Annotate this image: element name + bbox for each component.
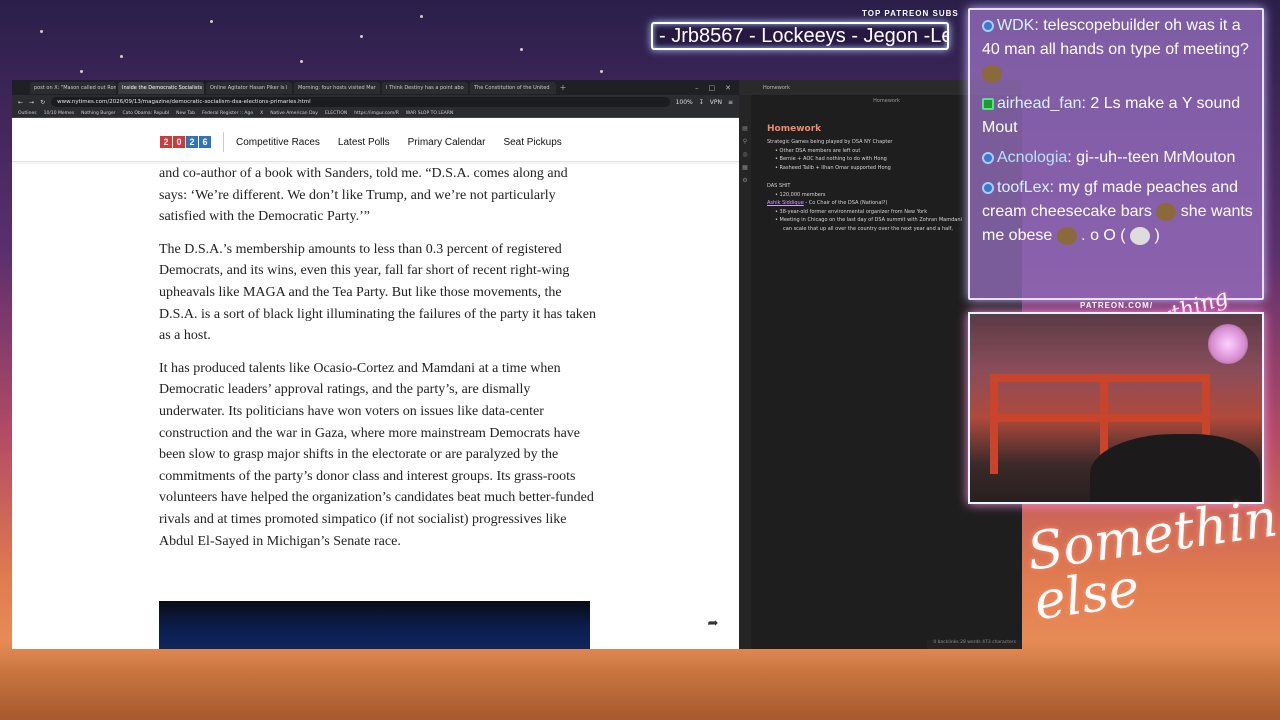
note-person-link[interactable]: Ashik Siddique [767, 200, 804, 206]
bookmark-item[interactable]: Nothing Burger [81, 111, 115, 116]
chat-message: Acnologia: gi--uh--teen MrMouton [982, 146, 1256, 170]
vpn-label[interactable]: VPN [710, 99, 722, 106]
calendar-icon[interactable]: ▦ [742, 164, 748, 171]
chat-badge-icon [982, 19, 994, 32]
notes-sidebar: ▤ ⚲ ◎ ▦ ⚙ [739, 95, 751, 649]
download-icon[interactable]: ↧ [699, 99, 704, 106]
back-icon[interactable]: ← [18, 99, 23, 106]
window-controls: – □ ✕ [695, 84, 739, 92]
emote-icon [1130, 226, 1151, 245]
bookmark-item[interactable]: Native American Day [270, 111, 318, 116]
chat-username: WDK [997, 17, 1035, 34]
bookmarks-bar: Outlines 10/10 Memes Nothing Burger Cato… [12, 109, 739, 118]
chat-badge-icon [982, 181, 994, 194]
chat-message: WDK: telescopebuilder oh was it a 40 man… [982, 14, 1256, 86]
chat-text: : gi--uh--teen MrMouton [1067, 149, 1236, 166]
election-nav-links: Competitive Races Latest Polls Primary C… [236, 137, 562, 148]
bookmark-item[interactable]: Cato Obama: Republ [122, 111, 169, 116]
chat-username: airhead_fan [997, 95, 1082, 112]
lamp [1208, 324, 1248, 364]
patreon-subs-label: TOP PATREON SUBS [862, 9, 959, 18]
patreon-subs-ticker: - Jrb8567 - Lockeeys - Jegon -Le [651, 22, 949, 50]
bookmark-item[interactable]: WAR SLOP TO LEARN [406, 111, 453, 116]
stream-chat: WDK: telescopebuilder oh was it a 40 man… [968, 8, 1264, 300]
logo-digit: 6 [199, 136, 211, 148]
files-icon[interactable]: ▤ [742, 125, 748, 132]
settings-icon[interactable]: ⚙ [742, 177, 747, 184]
notes-status-bar: 0 backlinks 28 words 473 characters [927, 640, 1022, 649]
logo-digit: 0 [173, 136, 185, 148]
search-icon[interactable]: ⚲ [743, 138, 747, 145]
emote-icon [1056, 226, 1077, 245]
article-page: 2 0 2 6 Competitive Races Latest Polls P… [12, 118, 739, 649]
close-icon[interactable]: ✕ [725, 84, 731, 92]
nav-link-seat-pickups[interactable]: Seat Pickups [503, 137, 561, 148]
menu-icon[interactable]: ≡ [728, 99, 733, 106]
nav-divider [223, 132, 224, 152]
bookmark-item[interactable]: New Tab [176, 111, 195, 116]
emote-icon [982, 64, 1002, 83]
browser-window: post on X: "Mason called out Ron Inside … [12, 80, 739, 649]
nav-link-primary-calendar[interactable]: Primary Calendar [408, 137, 486, 148]
patreon-url: PATREON.COM/ [1080, 301, 1154, 310]
browser-tab[interactable]: post on X: "Mason called out Ron [30, 81, 116, 94]
bookmark-item[interactable]: ELECTION [325, 111, 347, 116]
url-input[interactable]: www.nytimes.com/2026/09/13/magazine/demo… [51, 97, 670, 107]
nav-link-latest-polls[interactable]: Latest Polls [338, 137, 390, 148]
share-icon[interactable]: ➦ [702, 613, 724, 635]
browser-tab[interactable]: I Think Destiny has a point abo [382, 81, 468, 94]
emote-icon [1156, 202, 1177, 221]
zoom-badge[interactable]: 100% [676, 99, 693, 106]
election-nav: 2 0 2 6 Competitive Races Latest Polls P… [12, 118, 739, 162]
chat-message: toofLex: my gf made peaches and cream ch… [982, 176, 1256, 248]
address-bar-row: ← → ↻ www.nytimes.com/2026/09/13/magazin… [12, 95, 739, 109]
chat-message: airhead_fan: 2 Ls make a Y sound Mout [982, 92, 1256, 140]
webcam-feed [968, 312, 1264, 504]
chat-badge-icon [982, 97, 994, 110]
chat-text: ) [1154, 227, 1160, 244]
browser-tab[interactable]: Morning: four hosts visited Mar [294, 81, 380, 94]
bookmark-item[interactable]: X [260, 111, 263, 116]
new-tab-button[interactable]: + [558, 83, 568, 92]
minimize-icon[interactable]: – [695, 84, 699, 92]
browser-tab[interactable]: Online Agitator Hasan Piker Is I [206, 81, 292, 94]
logo-digit: 2 [160, 136, 172, 148]
tab-bar: post on X: "Mason called out Ron Inside … [12, 80, 739, 95]
chat-badge-icon [982, 151, 994, 164]
graph-icon[interactable]: ◎ [742, 151, 747, 158]
article-video[interactable] [159, 601, 590, 649]
logo-digit: 2 [186, 136, 198, 148]
background-terrain [0, 640, 1280, 720]
bookmark-item[interactable]: Federal Register :: Age [202, 111, 253, 116]
election-2026-logo[interactable]: 2 0 2 6 [160, 136, 211, 148]
brand-logo: Something else [1023, 483, 1280, 633]
bookmark-item[interactable]: 10/10 Memes [44, 111, 75, 116]
article-paragraph: It has produced talents like Ocasio-Cort… [159, 360, 594, 549]
article-paragraph: and co-author of a book with Sanders, to… [159, 166, 568, 225]
browser-tab-active[interactable]: Inside the Democratic Socialists [118, 81, 204, 94]
nav-link-competitive-races[interactable]: Competitive Races [236, 137, 320, 148]
chat-username: Acnologia [997, 149, 1068, 166]
browser-tab[interactable]: The Constitution of the United [470, 81, 556, 94]
notes-tab[interactable]: Homework [763, 85, 790, 91]
reload-icon[interactable]: ↻ [40, 99, 45, 106]
forward-icon[interactable]: → [29, 99, 34, 106]
bookmark-item[interactable]: https://imgur.com/R [354, 111, 399, 116]
maximize-icon[interactable]: □ [709, 84, 716, 92]
article-paragraph: The D.S.A.’s membership amounts to less … [159, 241, 597, 344]
article-body: and co-author of a book with Sanders, to… [159, 163, 599, 563]
bookmark-item[interactable]: Outlines [18, 111, 37, 116]
chat-text: . o O ( [1081, 227, 1126, 244]
chat-username: toofLex [997, 179, 1050, 196]
